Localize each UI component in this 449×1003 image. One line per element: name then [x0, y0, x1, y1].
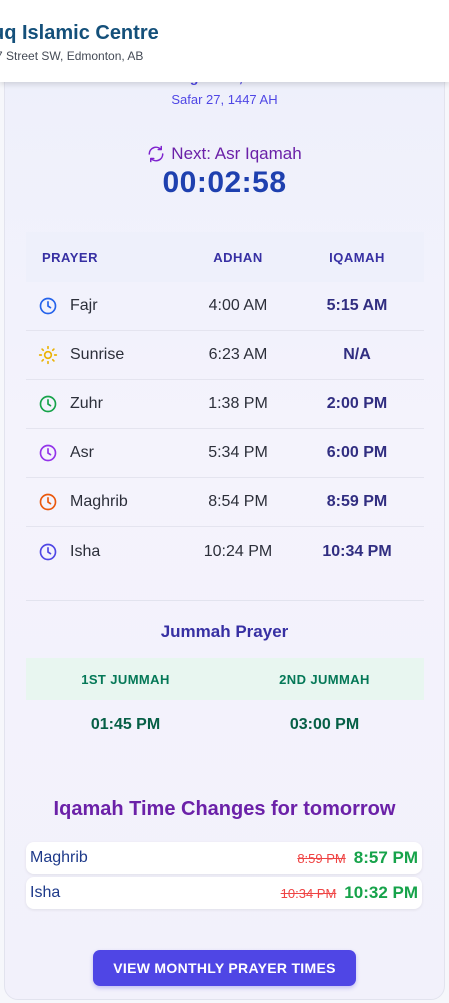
- table-header: PRAYER ADHAN IQAMAH: [26, 232, 424, 282]
- iqamah-change-row: Isha 10:34 PM 10:32 PM: [26, 877, 422, 909]
- change-prayer-name: Isha: [30, 884, 61, 901]
- hijri-date: Safar 27, 1447 AH: [171, 92, 278, 107]
- prayer-name: Sunrise: [70, 346, 125, 363]
- centre-address: 7 Street SW, Edmonton, AB: [0, 49, 144, 63]
- prayer-name: Fajr: [70, 297, 98, 314]
- prayer-name: Maghrib: [70, 493, 128, 510]
- clock-icon: [38, 443, 58, 463]
- refresh-icon: [148, 145, 164, 163]
- prayer-name-cell: Isha: [26, 542, 186, 562]
- next-prayer-label: Next: Asr Iqamah: [0, 144, 449, 164]
- iqamah-changes-title: Iqamah Time Changes for tomorrow: [53, 798, 396, 820]
- header-iqamah: IQAMAH: [329, 249, 385, 265]
- adhan-time: 8:54 PM: [208, 493, 268, 510]
- header-prayer: PRAYER: [42, 249, 98, 265]
- view-monthly-button[interactable]: VIEW MONTHLY PRAYER TIMES: [93, 950, 356, 986]
- new-iqamah-time: 8:57 PM: [353, 848, 418, 867]
- clock-icon: [38, 394, 58, 414]
- jummah-first-label: 1ST JUMMAH: [81, 671, 170, 687]
- adhan-time: 4:00 AM: [208, 297, 268, 314]
- old-iqamah-time: 10:34 PM: [280, 885, 337, 901]
- jummah-second-time: 03:00 PM: [289, 716, 360, 733]
- section-divider: [26, 600, 424, 601]
- iqamah-time: 5:15 AM: [326, 297, 388, 314]
- clock-icon: [38, 296, 58, 316]
- old-iqamah-time: 8:59 PM: [297, 850, 346, 866]
- jummah-second-label: 2ND JUMMAH: [279, 671, 370, 687]
- jummah-first-time: 01:45 PM: [90, 716, 161, 733]
- change-times: 10:34 PM 10:32 PM: [281, 883, 418, 903]
- prayer-row-fajr: Fajr 4:00 AM 5:15 AM: [26, 282, 424, 331]
- adhan-time: 1:38 PM: [208, 395, 268, 412]
- iqamah-time: 8:59 PM: [326, 493, 388, 510]
- prayer-name: Zuhr: [70, 395, 103, 412]
- jummah-header: 1ST JUMMAH 2ND JUMMAH: [26, 658, 424, 700]
- iqamah-time: 6:00 PM: [326, 444, 388, 461]
- prayer-name-cell: Sunrise: [26, 345, 186, 365]
- adhan-time: 6:23 AM: [208, 346, 268, 363]
- change-prayer-name: Maghrib: [30, 849, 88, 866]
- prayer-row-zuhr: Zuhr 1:38 PM 2:00 PM: [26, 380, 424, 429]
- adhan-time: 10:24 PM: [203, 542, 273, 560]
- app-header: uq Islamic Centre 7 Street SW, Edmonton,…: [0, 0, 449, 82]
- centre-name: uq Islamic Centre: [0, 22, 159, 44]
- iqamah-time: 2:00 PM: [326, 395, 388, 412]
- iqamah-time: N/A: [343, 346, 371, 363]
- countdown-timer: 00:02:58: [162, 166, 287, 199]
- change-times: 8:59 PM 8:57 PM: [297, 848, 418, 868]
- iqamah-change-row: Maghrib 8:59 PM 8:57 PM: [26, 842, 422, 874]
- prayer-row-isha: Isha 10:24 PM 10:34 PM: [26, 527, 424, 576]
- prayer-name: Asr: [70, 444, 94, 461]
- prayer-name: Isha: [70, 542, 101, 560]
- jummah-times: 01:45 PM 03:00 PM: [26, 700, 424, 750]
- prayer-row-sunrise: Sunrise 6:23 AM N/A: [26, 331, 424, 380]
- clock-icon: [38, 542, 58, 562]
- prayer-row-asr: Asr 5:34 PM 6:00 PM: [26, 429, 424, 478]
- clock-icon: [38, 492, 58, 512]
- prayer-name-cell: Asr: [26, 443, 186, 463]
- prayer-name-cell: Maghrib: [26, 492, 186, 512]
- sun-icon: [38, 345, 58, 365]
- prayer-row-maghrib: Maghrib 8:54 PM 8:59 PM: [26, 478, 424, 527]
- adhan-time: 5:34 PM: [208, 444, 268, 461]
- iqamah-time: 10:34 PM: [322, 542, 392, 560]
- jummah-title: Jummah Prayer: [160, 622, 289, 641]
- prayer-name-cell: Fajr: [26, 296, 186, 316]
- prayer-times-table: PRAYER ADHAN IQAMAH Fajr 4:00 AM 5:15 AM Su…: [26, 232, 424, 576]
- new-iqamah-time: 10:32 PM: [344, 883, 418, 902]
- next-prayer-text: Next: Asr Iqamah: [171, 144, 302, 163]
- prayer-name-cell: Zuhr: [26, 394, 186, 414]
- header-adhan: ADHAN: [213, 249, 263, 265]
